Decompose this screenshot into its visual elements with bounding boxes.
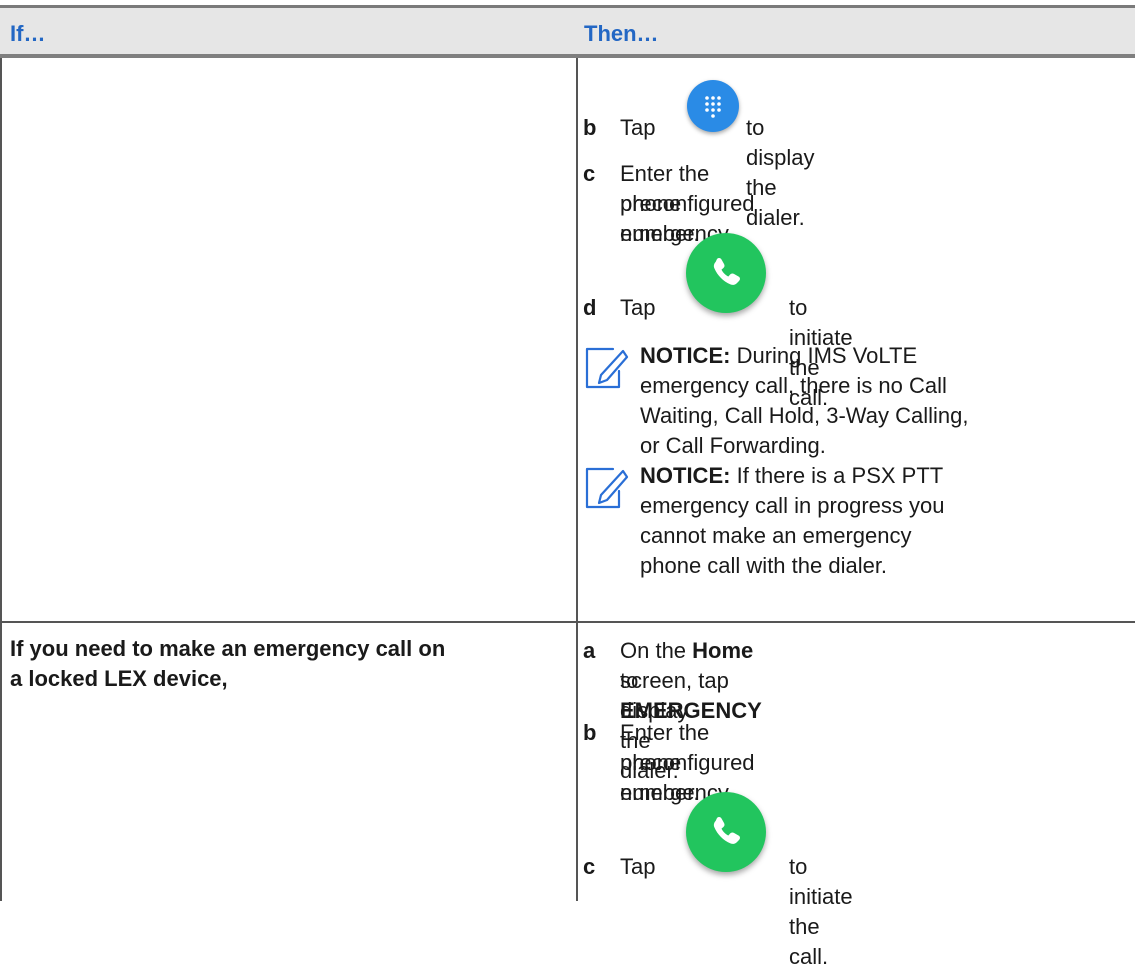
- notice-line: During IMS VoLTE: [736, 343, 918, 368]
- condition-line-1: If you need to make an emergency call on: [10, 636, 446, 661]
- step-letter: a: [583, 638, 596, 663]
- step-text: Tap: [620, 295, 656, 320]
- step-text: Tap: [620, 115, 656, 140]
- notice-label: NOTICE:: [640, 463, 731, 488]
- notice-line: phone call with the dialer.: [640, 553, 888, 578]
- table-left-border: [0, 58, 2, 901]
- notice-label: NOTICE:: [640, 343, 731, 368]
- notice-line: emergency call, there is no Call: [640, 373, 947, 398]
- step-letter: c: [583, 161, 596, 186]
- dialpad-button[interactable]: [687, 80, 739, 132]
- notice-line: emergency call in progress you: [640, 493, 945, 518]
- phone-icon: [713, 816, 741, 844]
- header-then: Then…: [584, 21, 659, 46]
- home-screen-label: Home: [692, 638, 754, 663]
- step-letter: c: [583, 854, 596, 879]
- dialpad-icon: [705, 96, 721, 118]
- step-text: On the: [620, 638, 693, 663]
- condition-line-2: a locked LEX device,: [10, 666, 228, 691]
- notice-line: Waiting, Call Hold, 3-Way Calling,: [640, 403, 969, 428]
- step-text: Tap: [620, 854, 656, 879]
- phone-icon: [713, 257, 741, 285]
- if-then-table: If… Then… b Tap to display the dialer. c…: [0, 0, 1135, 969]
- header-divider: [0, 54, 1135, 58]
- call-button[interactable]: [686, 233, 766, 313]
- call-button[interactable]: [686, 792, 766, 872]
- step-letter: b: [583, 115, 597, 140]
- step-letter: d: [583, 295, 597, 320]
- notice-pencil-icon: [585, 347, 629, 389]
- row-divider: [0, 621, 1135, 623]
- step-text: to initiate the call.: [789, 854, 853, 969]
- column-divider: [576, 58, 578, 901]
- notice-pencil-icon: [585, 467, 629, 509]
- table-header: If… Then…: [0, 8, 1135, 54]
- step-letter: b: [583, 720, 597, 745]
- notice-line: or Call Forwarding.: [640, 433, 826, 458]
- header-if: If…: [10, 21, 46, 46]
- notice-line: If there is a PSX PTT: [736, 463, 944, 488]
- notice-line: cannot make an emergency: [640, 523, 912, 548]
- step-text: to display the dialer.: [746, 115, 815, 230]
